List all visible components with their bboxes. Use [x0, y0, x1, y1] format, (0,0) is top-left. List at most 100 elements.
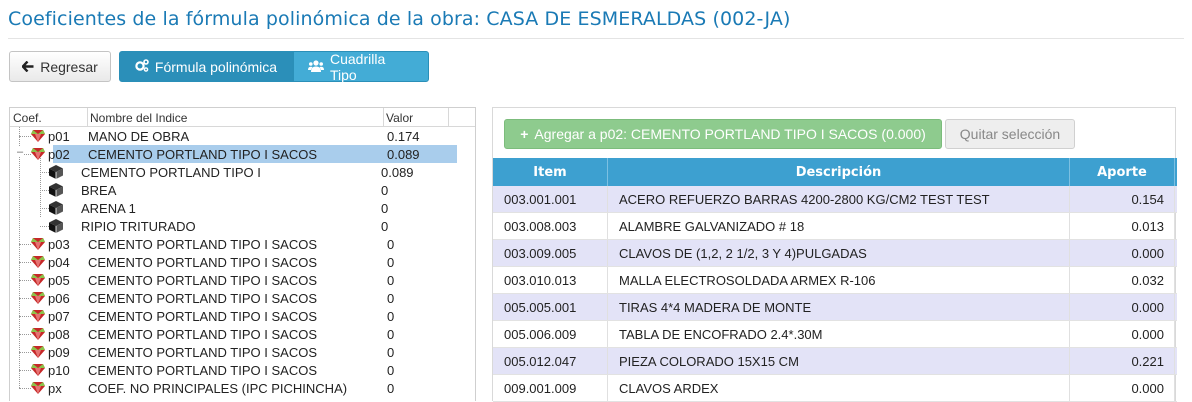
back-button[interactable]: Regresar: [9, 51, 111, 82]
column-header-aporte[interactable]: Aporte: [1070, 158, 1175, 186]
tree-row-value: 0: [381, 201, 389, 216]
tree-row-code: p03: [48, 237, 70, 252]
remove-selection-button[interactable]: Quitar selección: [945, 119, 1075, 149]
tree-child-row[interactable]: CEMENTO PORTLAND TIPO I 0.089: [10, 163, 475, 181]
users-icon: [308, 59, 324, 75]
cell-aporte: 0.000: [1070, 321, 1175, 347]
table-row[interactable]: 003.009.005 CLAVOS DE (1,2, 2 1/2, 3 Y 4…: [493, 240, 1177, 267]
cell-aporte: 0.032: [1070, 267, 1175, 293]
cell-item: 003.001.001: [493, 186, 608, 212]
gem-icon: [31, 274, 45, 286]
gem-icon: [31, 148, 45, 160]
tree-row-name: CEMENTO PORTLAND TIPO I SACOS: [88, 255, 317, 270]
tree-row-name: CEMENTO PORTLAND TIPO I: [81, 165, 261, 180]
tree-row-value: 0: [387, 273, 395, 288]
tree-row-code: p06: [48, 291, 70, 306]
gem-icon: [31, 238, 45, 250]
table-row[interactable]: 005.005.001 TIRAS 4*4 MADERA DE MONTE 0.…: [493, 294, 1177, 321]
cell-item: 005.012.047: [493, 348, 608, 374]
gem-icon: [31, 310, 45, 322]
cell-description: TIRAS 4*4 MADERA DE MONTE: [608, 294, 1070, 320]
tree-row-name: CEMENTO PORTLAND TIPO I SACOS: [88, 327, 317, 342]
items-table: Item Descripción Aporte 003.001.001 ACER…: [493, 158, 1177, 402]
cube-icon: [49, 201, 63, 215]
tree-row-p10[interactable]: p10 CEMENTO PORTLAND TIPO I SACOS 0: [10, 361, 475, 379]
cube-icon: [49, 219, 63, 233]
tree-row-code: p05: [48, 273, 70, 288]
tree-row-value: 0: [387, 381, 395, 396]
plus-icon: +: [520, 126, 529, 142]
cuadrilla-button-label: Cuadrilla Tipo: [330, 50, 386, 83]
coefficients-tree: Coef. Nombre del Indice Valor p01 MANO D…: [9, 107, 476, 401]
tree-row-code: p10: [48, 363, 70, 378]
tree-row-code: p08: [48, 327, 70, 342]
cell-item: 009.001.009: [493, 375, 608, 401]
tree-row-p02[interactable]: – p02 CEMENTO PORTLAND TIPO I SACOS 0.08…: [10, 145, 475, 163]
column-header-item[interactable]: Item: [493, 158, 608, 186]
tree-header-coef: Coef.: [13, 111, 42, 125]
cell-aporte: 0.154: [1070, 186, 1175, 212]
tree-row-value: 0: [381, 219, 389, 234]
cell-description: TABLA DE ENCOFRADO 2.4*.30M: [608, 321, 1070, 347]
tree-child-row[interactable]: BREA 0: [10, 181, 475, 199]
tree-row-p01[interactable]: p01 MANO DE OBRA 0.174: [10, 127, 475, 145]
tree-row-name: COEF. NO PRINCIPALES (IPC PICHINCHA): [88, 381, 348, 396]
table-row[interactable]: 003.010.013 MALLA ELECTROSOLDADA ARMEX R…: [493, 267, 1177, 294]
cuadrilla-button[interactable]: Cuadrilla Tipo: [293, 50, 429, 83]
table-row[interactable]: 005.006.009 TABLA DE ENCOFRADO 2.4*.30M …: [493, 321, 1177, 348]
tree-row-value: 0: [387, 327, 395, 342]
tree-row-name: BREA: [81, 183, 117, 198]
add-item-button[interactable]: + Agregar a p02: CEMENTO PORTLAND TIPO I…: [504, 119, 942, 149]
tree-row-p03[interactable]: p03 CEMENTO PORTLAND TIPO I SACOS 0: [10, 235, 475, 253]
cogs-icon: [135, 58, 149, 75]
tree-row-code: p09: [48, 345, 70, 360]
tree-row-code: p07: [48, 309, 70, 324]
back-button-label: Regresar: [40, 58, 98, 75]
title-divider: [8, 38, 1184, 39]
tree-row-code: p01: [48, 129, 70, 144]
tree-row-name: CEMENTO PORTLAND TIPO I SACOS: [88, 309, 317, 324]
tree-row-px[interactable]: px COEF. NO PRINCIPALES (IPC PICHINCHA) …: [10, 379, 475, 397]
tree-row-p07[interactable]: p07 CEMENTO PORTLAND TIPO I SACOS 0: [10, 307, 475, 325]
tree-row-p09[interactable]: p09 CEMENTO PORTLAND TIPO I SACOS 0: [10, 343, 475, 361]
tree-row-p04[interactable]: p04 CEMENTO PORTLAND TIPO I SACOS 0: [10, 253, 475, 271]
gem-icon: [31, 130, 45, 142]
items-panel: + Agregar a p02: CEMENTO PORTLAND TIPO I…: [492, 107, 1177, 402]
collapse-toggle[interactable]: –: [16, 147, 25, 158]
cube-icon: [49, 183, 63, 197]
cell-aporte: 0.000: [1070, 375, 1175, 401]
tree-row-code: px: [48, 381, 62, 396]
tree-header-name: Nombre del Indice: [90, 111, 188, 125]
tree-row-p08[interactable]: p08 CEMENTO PORTLAND TIPO I SACOS 0: [10, 325, 475, 343]
add-item-label: Agregar a p02: CEMENTO PORTLAND TIPO I S…: [534, 126, 926, 142]
gem-icon: [31, 328, 45, 340]
tree-row-name: CEMENTO PORTLAND TIPO I SACOS: [88, 291, 317, 306]
items-table-header: Item Descripción Aporte: [493, 158, 1177, 186]
table-row[interactable]: 003.001.001 ACERO REFUERZO BARRAS 4200-2…: [493, 186, 1177, 213]
tree-row-value: 0: [387, 309, 395, 324]
cell-item: 005.006.009: [493, 321, 608, 347]
formula-button[interactable]: Fórmula polinómica: [119, 51, 293, 82]
tree-row-p05[interactable]: p05 CEMENTO PORTLAND TIPO I SACOS 0: [10, 271, 475, 289]
cell-description: MALLA ELECTROSOLDADA ARMEX R-106: [608, 267, 1070, 293]
cell-item: 003.008.003: [493, 213, 608, 239]
tree-row-p06[interactable]: p06 CEMENTO PORTLAND TIPO I SACOS 0: [10, 289, 475, 307]
tree-header: Coef. Nombre del Indice Valor: [10, 108, 475, 127]
tree-row-name: MANO DE OBRA: [88, 129, 190, 144]
tree-header-value: Valor: [386, 111, 414, 125]
column-header-description[interactable]: Descripción: [608, 158, 1070, 186]
cell-aporte: 0.000: [1070, 240, 1175, 266]
table-row[interactable]: 003.008.003 ALAMBRE GALVANIZADO # 18 0.0…: [493, 213, 1177, 240]
tree-row-value: 0: [387, 291, 395, 306]
gem-icon: [31, 256, 45, 268]
table-row[interactable]: 005.012.047 PIEZA COLORADO 15X15 CM 0.22…: [493, 348, 1177, 375]
view-switch: Fórmula polinómica Cuadrilla Tipo: [119, 50, 429, 83]
tree-row-name: CEMENTO PORTLAND TIPO I SACOS: [88, 345, 317, 360]
tree-row-value: 0: [381, 183, 389, 198]
tree-child-row[interactable]: ARENA 1 0: [10, 199, 475, 217]
table-row[interactable]: 009.001.009 CLAVOS ARDEX 0.000: [493, 375, 1177, 402]
arrow-left-icon: [21, 59, 34, 75]
tree-row-value: 0.174: [387, 129, 420, 144]
tree-body: p01 MANO DE OBRA 0.174 – p02 CEMENTO POR…: [10, 127, 475, 397]
tree-child-row[interactable]: RIPIO TRITURADO 0: [10, 217, 475, 235]
